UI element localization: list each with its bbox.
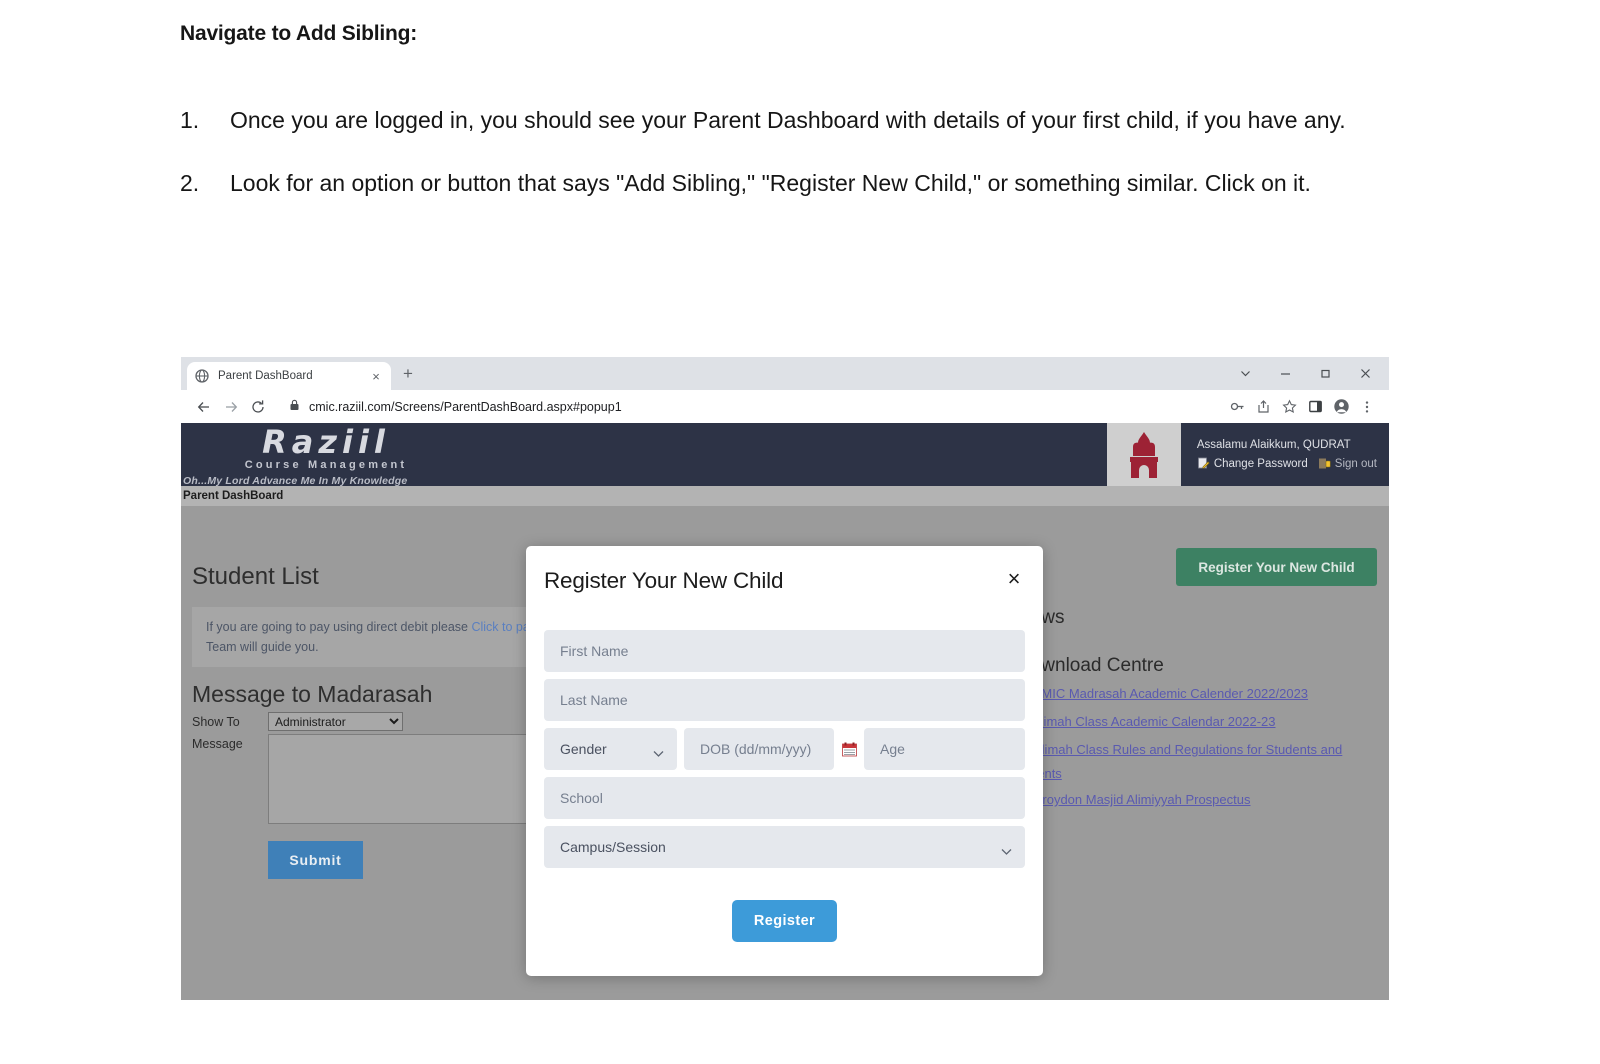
dob-input[interactable] [684, 728, 834, 770]
masjid-icon [1106, 423, 1181, 486]
browser-toolbar-icons [1224, 394, 1380, 420]
submit-button[interactable]: Submit [268, 841, 363, 879]
lock-icon [289, 398, 300, 416]
page-title: Navigate to Add Sibling: [180, 22, 418, 45]
tab-strip: Parent DashBoard × + [181, 357, 1389, 390]
forward-icon[interactable] [217, 393, 244, 420]
download-link[interactable]: CMIC Madrasah Academic Calender 2022/202… [1032, 686, 1308, 701]
close-icon[interactable]: × [1003, 568, 1025, 590]
sign-out-label: Sign out [1334, 457, 1377, 470]
star-icon[interactable] [1276, 394, 1302, 420]
back-icon[interactable] [190, 393, 217, 420]
sidebar-icon[interactable] [1302, 394, 1328, 420]
message-label: Message [192, 737, 243, 751]
gender-select-wrapper: Gender [544, 728, 677, 770]
maximize-icon[interactable] [1305, 357, 1345, 390]
site-header: Raziil Course Management Oh...My Lord Ad… [181, 423, 1389, 487]
reload-icon[interactable] [244, 393, 271, 420]
modal-header: Register Your New Child × [526, 568, 1043, 594]
list-item: A CMIC Madrasah Academic Calender 2022/2… [1017, 683, 1377, 707]
sign-out-link[interactable]: Sign out [1318, 457, 1377, 470]
right-column: Register Your New Child News Download Ce… [1017, 548, 1377, 817]
address-bar-row: cmic.raziil.com/Screens/ParentDashBoard.… [181, 390, 1389, 423]
list-item: 2. Look for an option or button that say… [180, 155, 1410, 212]
list-item-text: Once you are logged in, you should see y… [230, 107, 1346, 133]
notice-text-before: If you are going to pay using direct deb… [206, 620, 472, 634]
close-icon[interactable] [1345, 357, 1385, 390]
register-button[interactable]: Register [732, 900, 837, 942]
news-heading: News [1017, 586, 1377, 629]
age-input[interactable] [864, 728, 1025, 770]
campus-session-select[interactable]: Campus/Session [544, 826, 1025, 868]
lock-door-icon [1318, 457, 1331, 470]
download-centre-heading: Download Centre [1017, 655, 1164, 676]
list-item-text: Look for an option or button that says "… [230, 170, 1311, 196]
gender-dob-age-row: Gender [544, 728, 1025, 770]
browser-window: Parent DashBoard × + cmic.raziil.com/Scr… [181, 357, 1389, 1000]
minimize-icon[interactable] [1265, 357, 1305, 390]
url-input[interactable]: cmic.raziil.com/Screens/ParentDashBoard.… [279, 395, 1218, 419]
web-page-content: Raziil Course Management Oh...My Lord Ad… [181, 423, 1389, 1000]
change-password-label: Change Password [1213, 457, 1308, 470]
tab-parent-dashboard[interactable]: Parent DashBoard × [187, 362, 391, 390]
first-name-input[interactable] [544, 630, 1025, 672]
edit-document-icon [1197, 457, 1210, 470]
show-to-select[interactable]: Administrator [268, 712, 403, 731]
overflow-menu-icon[interactable] [1354, 394, 1380, 420]
register-new-child-modal: Register Your New Child × Gender [526, 546, 1043, 976]
site-logo[interactable]: Raziil Course Management [181, 425, 471, 472]
profile-icon[interactable] [1328, 394, 1354, 420]
url-text: cmic.raziil.com/Screens/ParentDashBoard.… [309, 399, 622, 414]
chevron-down-icon[interactable] [1225, 357, 1265, 390]
download-link[interactable]: Alimah Class Rules and Regulations for S… [1017, 742, 1342, 781]
modal-body: Gender [526, 594, 1043, 942]
last-name-input[interactable] [544, 679, 1025, 721]
breadcrumb: Parent DashBoard [181, 486, 1389, 506]
list-item-number: 2. [180, 170, 200, 196]
change-password-link[interactable]: Change Password [1197, 457, 1308, 470]
user-links: Change Password Sign out [1197, 457, 1377, 470]
list-item: Croydon Masjid Alimiyyah Prospectus [1017, 789, 1377, 813]
logo-subtitle: Course Management [244, 459, 408, 471]
new-tab-button[interactable]: + [403, 365, 413, 382]
list-item-number: 1. [180, 107, 200, 133]
globe-icon [195, 369, 209, 383]
instruction-list: 1. Once you are logged in, you should se… [180, 92, 1410, 218]
modal-footer: Register [544, 868, 1025, 942]
download-link[interactable]: Alimah Class Academic Calendar 2022-23 [1032, 714, 1276, 729]
user-area: Assalamu Alaikkum, QUDRAT Change Passwor… [1106, 423, 1385, 486]
tab-close-icon[interactable]: × [369, 370, 383, 383]
user-greeting: Assalamu Alaikkum, QUDRAT [1196, 439, 1351, 451]
show-to-label: Show To [192, 715, 240, 729]
register-your-new-child-button[interactable]: Register Your New Child [1176, 548, 1377, 586]
gender-select[interactable]: Gender [544, 728, 677, 770]
tab-title: Parent DashBoard [218, 370, 313, 382]
list-item: 1. Once you are logged in, you should se… [180, 92, 1410, 149]
logo-name: Raziil [262, 423, 390, 461]
list-item: A Alimah Class Academic Calendar 2022-23 [1017, 711, 1377, 735]
modal-title: Register Your New Child [544, 568, 784, 593]
list-item: Alimah Class Rules and Regulations for S… [1017, 739, 1377, 785]
window-controls [1225, 357, 1385, 390]
school-input[interactable] [544, 777, 1025, 819]
share-icon[interactable] [1250, 394, 1276, 420]
user-text: Assalamu Alaikkum, QUDRAT Change Passwor… [1181, 439, 1385, 470]
campus-select-wrapper: Campus/Session [544, 826, 1025, 868]
key-icon[interactable] [1224, 394, 1250, 420]
download-link[interactable]: Croydon Masjid Alimiyyah Prospectus [1033, 792, 1250, 807]
calendar-icon[interactable] [841, 742, 857, 757]
